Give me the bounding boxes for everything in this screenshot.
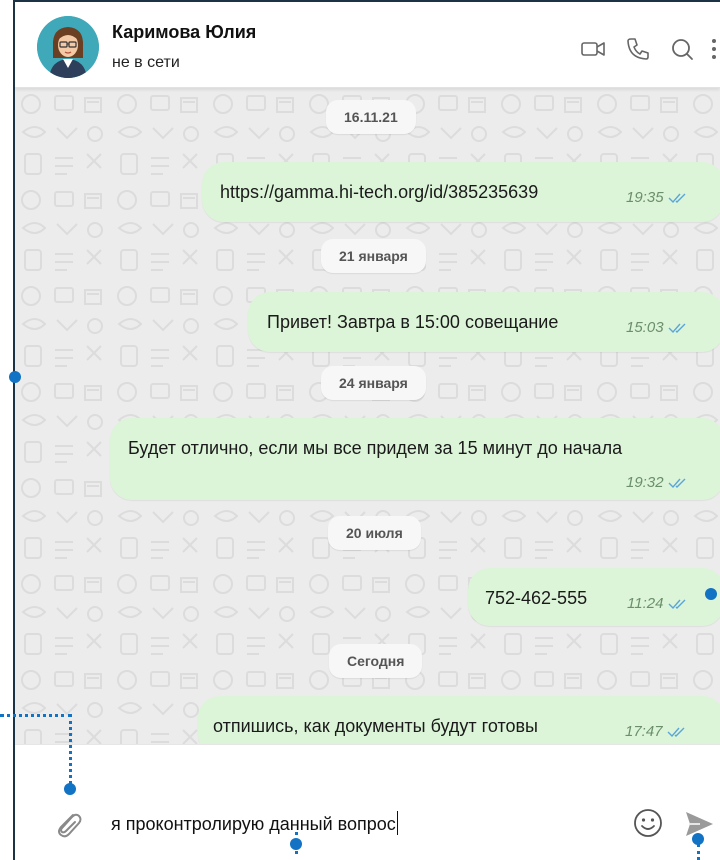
annotation-marker xyxy=(9,371,21,383)
read-ticks-icon xyxy=(667,727,685,738)
chat-messages-area[interactable]: 16.11.21 https://gamma.hi-tech.org/id/38… xyxy=(15,88,720,744)
contact-status: не в сети xyxy=(112,54,180,71)
avatar[interactable] xyxy=(37,16,99,78)
message-input[interactable]: я проконтролирую данный вопрос xyxy=(111,811,398,835)
annotation-marker xyxy=(64,783,76,795)
message-text: 752-462-555 xyxy=(485,588,588,608)
annotation-connector xyxy=(0,714,72,717)
annotation-connector xyxy=(697,844,700,860)
message-text: отпишись, как документы будут готовы xyxy=(213,716,538,736)
message-time: 17:47 xyxy=(625,723,663,740)
attach-icon[interactable] xyxy=(51,807,85,841)
text-caret xyxy=(396,811,398,835)
date-separator: 24 января xyxy=(321,366,426,400)
date-separator: 21 января xyxy=(321,239,426,273)
read-ticks-icon xyxy=(668,478,686,489)
message-bubble[interactable]: 752-462-555 11:24 xyxy=(468,568,720,626)
video-call-icon[interactable] xyxy=(580,36,606,62)
date-separator: Сегодня xyxy=(329,644,423,678)
date-separator: 20 июля xyxy=(328,516,421,550)
contact-name[interactable]: Каримова Юлия xyxy=(112,22,256,43)
message-time: 11:24 xyxy=(627,595,664,612)
message-text: Привет! Завтра в 15:00 совещание xyxy=(267,312,559,332)
message-time: 19:35 xyxy=(626,189,664,206)
message-input-value: я проконтролирую данный вопрос xyxy=(111,814,396,834)
annotation-marker xyxy=(290,838,302,850)
read-ticks-icon xyxy=(668,323,686,334)
message-composer: я проконтролирую данный вопрос xyxy=(15,744,720,860)
annotation-connector xyxy=(69,714,72,784)
chat-window: Каримова Юлия не в сети 16.11.21 https:/… xyxy=(13,0,720,860)
date-separator: 16.11.21 xyxy=(326,100,416,134)
read-ticks-icon xyxy=(668,193,686,204)
message-link[interactable]: https://gamma.hi-tech.org/id/385235639 xyxy=(220,182,538,203)
chat-header: Каримова Юлия не в сети xyxy=(15,2,720,88)
search-icon[interactable] xyxy=(669,36,695,62)
message-time: 15:03 xyxy=(626,319,664,336)
emoji-icon[interactable] xyxy=(632,807,664,839)
more-icon[interactable] xyxy=(707,36,720,62)
annotation-marker xyxy=(705,588,717,600)
message-bubble[interactable]: Привет! Завтра в 15:00 совещание 15:03 xyxy=(248,292,720,352)
message-bubble[interactable]: отпишись, как документы будут готовы 17:… xyxy=(198,696,720,744)
message-time: 19:32 xyxy=(626,474,664,491)
message-bubble[interactable]: https://gamma.hi-tech.org/id/385235639 1… xyxy=(202,162,720,222)
message-bubble[interactable]: Будет отлично, если мы все придем за 15 … xyxy=(110,418,720,500)
message-text: Будет отлично, если мы все придем за 15 … xyxy=(128,438,623,458)
read-ticks-icon xyxy=(668,599,686,610)
phone-icon[interactable] xyxy=(625,36,651,62)
